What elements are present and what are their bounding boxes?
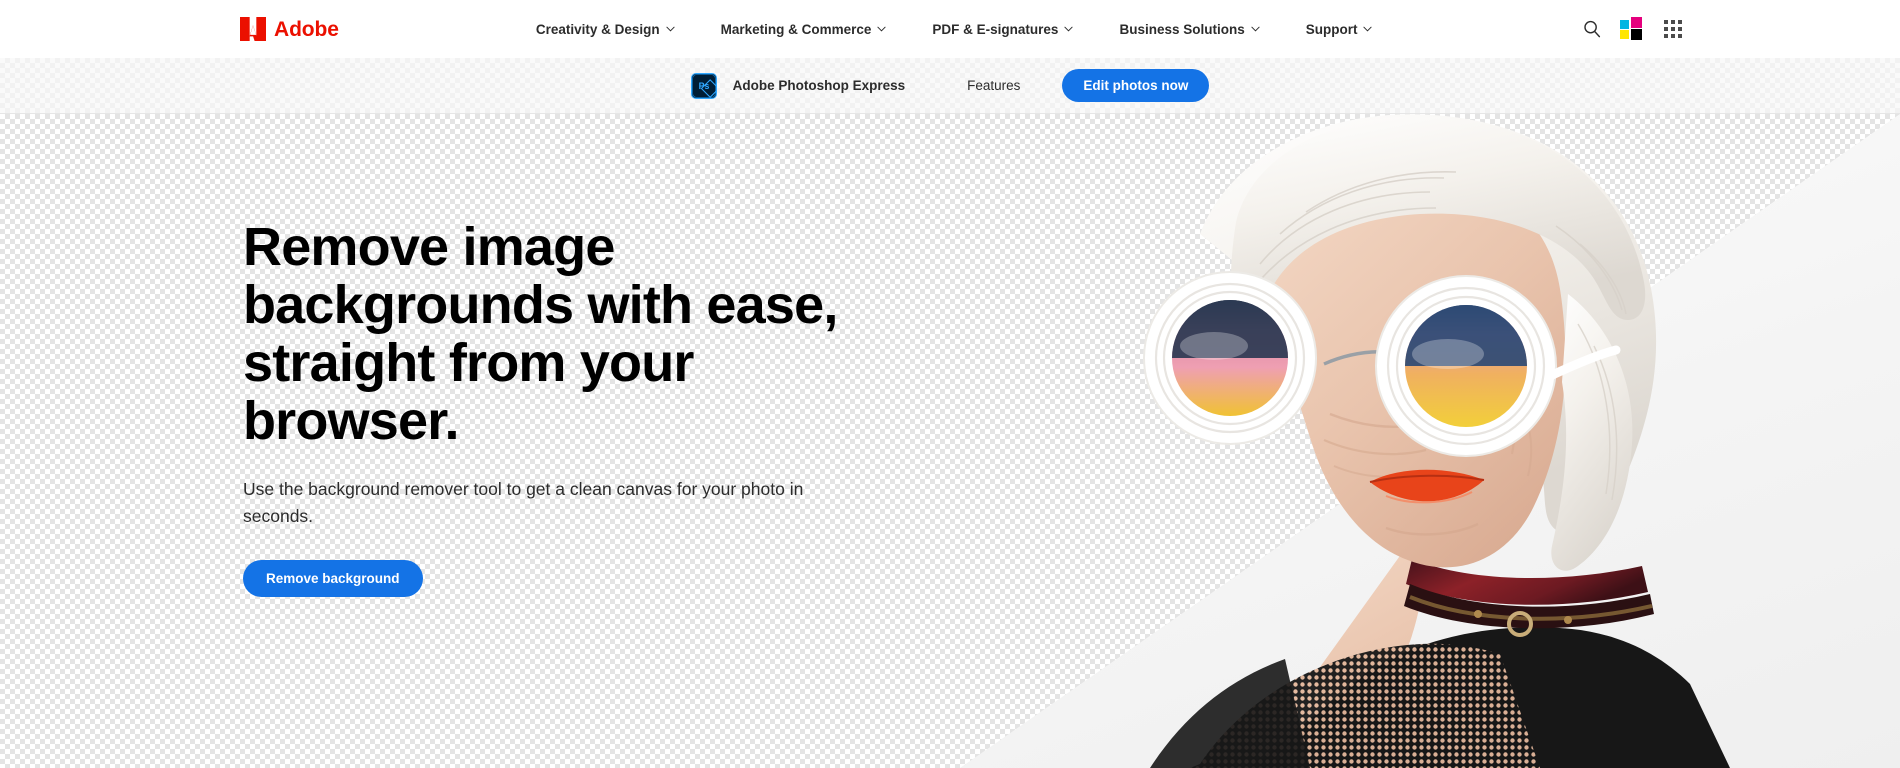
nav-item-label: PDF & E-signatures — [932, 21, 1059, 37]
photoshop-express-ps-icon[interactable]: Ps — [690, 72, 717, 99]
product-name-link[interactable]: Adobe Photoshop Express — [733, 78, 906, 93]
adobe-triangle-logo-icon — [240, 17, 266, 41]
nav-item-support[interactable]: Support — [1306, 16, 1373, 43]
edit-photos-now-button[interactable]: Edit photos now — [1062, 69, 1210, 102]
nav-item-label: Support — [1305, 21, 1358, 37]
search-icon[interactable] — [1582, 19, 1602, 39]
nav-item-creativity-design[interactable]: Creativity & Design — [536, 16, 675, 43]
nav-item-business-solutions[interactable]: Business Solutions — [1119, 16, 1260, 43]
hero-copy-block: Remove image backgrounds with ease, stra… — [243, 218, 863, 597]
app-grid-icon[interactable] — [1664, 20, 1682, 38]
adobe-brand-logo-link[interactable]: Adobe — [240, 17, 339, 41]
nav-action-icons — [1582, 0, 1682, 58]
adobe-wordmark: Adobe — [274, 17, 339, 41]
hero-subheadline: Use the background remover tool to get a… — [243, 479, 804, 526]
nav-item-label: Marketing & Commerce — [720, 21, 872, 37]
creative-cloud-cmyk-logo-icon[interactable] — [1620, 17, 1646, 41]
hero-headline: Remove image backgrounds with ease, stra… — [243, 217, 838, 451]
hero-diagonal-white-wedge — [960, 114, 1900, 768]
page-root: Adobe Creativity & Design Marketing & Co… — [0, 0, 1900, 768]
nav-item-label: Business Solutions — [1119, 21, 1245, 37]
svg-text:Ps: Ps — [698, 81, 709, 91]
chevron-down-icon — [877, 26, 887, 32]
product-sub-navigation-bar: Ps Adobe Photoshop Express Features Edit… — [0, 58, 1900, 114]
hero-section: Remove image backgrounds with ease, stra… — [0, 114, 1900, 768]
chevron-down-icon — [666, 26, 675, 32]
nav-item-label: Creativity & Design — [535, 21, 660, 37]
chevron-down-icon — [1251, 26, 1260, 32]
product-nav-item-features[interactable]: Features — [967, 78, 1020, 93]
chevron-down-icon — [1363, 26, 1373, 32]
nav-item-marketing-commerce[interactable]: Marketing & Commerce — [721, 16, 887, 43]
product-nav-content: Ps Adobe Photoshop Express Features Edit… — [690, 69, 1210, 102]
primary-nav-links: Creativity & Design Marketing & Commerce… — [536, 16, 1373, 43]
chevron-down-icon — [1064, 26, 1074, 32]
global-navigation-bar: Adobe Creativity & Design Marketing & Co… — [0, 0, 1900, 58]
nav-item-pdf-esignatures[interactable]: PDF & E-signatures — [932, 16, 1074, 43]
remove-background-button[interactable]: Remove background — [243, 560, 423, 597]
